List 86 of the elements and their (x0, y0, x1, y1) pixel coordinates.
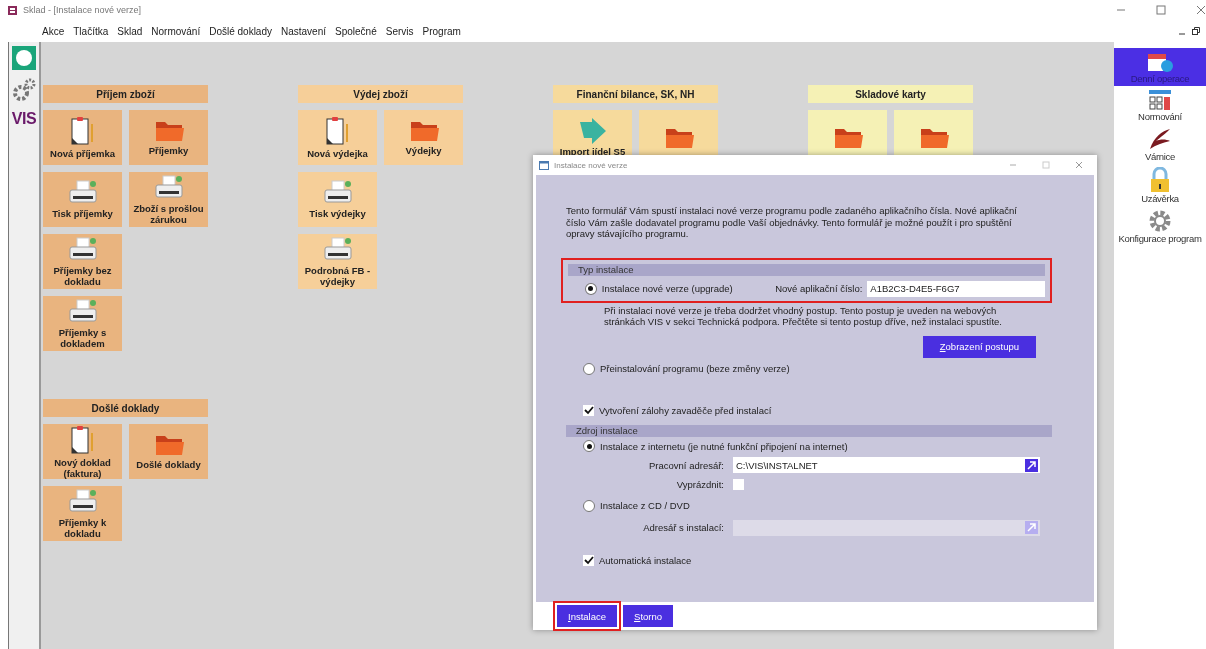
tile-button[interactable]: Příjemky bez dokladu (43, 234, 122, 289)
input-field[interactable]: A1B2C3-D4E5-F6G7 (867, 280, 1045, 297)
checkbox-label: Vytvoření zálohy zavaděče před instalací (599, 405, 772, 416)
radio-button[interactable] (583, 499, 595, 512)
menu-item[interactable]: Akce (42, 25, 65, 37)
restore-icon[interactable] (1192, 27, 1200, 35)
tile-button[interactable]: Příjemky (129, 110, 208, 165)
tile-button[interactable]: Tisk příjemky (43, 172, 122, 227)
gears-icon[interactable] (12, 78, 36, 102)
section-header: Typ instalace (568, 263, 1045, 276)
radio-button[interactable] (583, 440, 595, 452)
section-header: Zdroj instalace (566, 424, 1052, 437)
printer-icon (322, 180, 353, 206)
checkbox[interactable] (583, 555, 594, 566)
radio-label: Přeinstalování programu (beze změny verze) (600, 363, 790, 374)
folder-icon (153, 119, 184, 143)
window-title: Sklad - [Instalace nové verze] (23, 5, 143, 15)
lock-icon (1149, 167, 1171, 193)
checkbox-label: Automatická instalace (599, 555, 692, 566)
printer-icon (67, 298, 98, 325)
app-icon (8, 5, 17, 15)
close-icon[interactable] (1075, 161, 1083, 169)
menu-item[interactable]: Sklad (117, 25, 143, 37)
browse-icon[interactable] (1025, 458, 1038, 472)
field-label: Nové aplikační číslo: (774, 283, 863, 294)
menu-item[interactable]: Společné (335, 25, 377, 37)
window-icon (539, 160, 549, 170)
radio-button[interactable] (585, 282, 597, 295)
tile-button[interactable]: Nový doklad (faktura) (43, 424, 122, 479)
menu-item[interactable]: Nastavení (281, 25, 326, 37)
radio-button[interactable] (583, 362, 595, 375)
calculator-icon (1148, 89, 1172, 111)
menu-item[interactable]: Program (422, 25, 461, 37)
calendar-icon (1147, 51, 1173, 73)
field-label: Pracovní adresář: (648, 459, 724, 471)
radio-label: Instalace z internetu (je nutné funkční připojení na internet) (600, 440, 848, 452)
printer-icon (67, 236, 98, 263)
gear-icon (1148, 209, 1172, 233)
procedure-button[interactable]: Zobrazení postupu (922, 335, 1036, 358)
logo: VIS (11, 110, 37, 128)
checkbox[interactable] (733, 478, 744, 490)
menu-item[interactable]: Servis (385, 25, 414, 37)
nav-item[interactable]: Uzávěrka (1114, 164, 1206, 206)
folder-icon (408, 119, 439, 143)
printer-icon (153, 174, 184, 201)
tile-button[interactable]: Tisk výdejky (298, 172, 377, 227)
radio-label: Instalace nové verze (upgrade) (601, 283, 734, 294)
field-label: Adresář s instalací: (642, 522, 724, 533)
maximize-icon[interactable] (1156, 5, 1166, 15)
feather-icon (1148, 127, 1172, 151)
nav-item[interactable]: Normování (1114, 86, 1206, 124)
tile-button[interactable]: Výdejky (384, 110, 463, 165)
group-header: Výdej zboží (298, 85, 463, 103)
menu-item[interactable]: Normování (151, 25, 201, 37)
menu-item[interactable]: Tlačítka (73, 25, 109, 37)
tile-button[interactable]: Příjemky k dokladu (43, 486, 122, 541)
note-text: Při instalaci nové verze je třeba dodržet vhodný postup. Tento postup je uveden na webových stránkách VIS v sekci Technická podpora. Přečtěte si tento postup dříve, než instalaci spustíte. (604, 304, 1003, 327)
close-icon[interactable] (1196, 5, 1206, 15)
arrow-icon (577, 118, 608, 144)
tile-button[interactable]: Zboží s prošlou zárukou (129, 172, 208, 227)
clipboard-icon (324, 116, 351, 146)
checkbox[interactable] (583, 405, 594, 416)
field-label: Vyprázdnit: (675, 478, 724, 490)
nav-item[interactable]: Várnice (1114, 124, 1206, 164)
folder-icon (153, 433, 184, 457)
clipboard-icon (69, 424, 96, 455)
radio-label: Instalace z CD / DVD (600, 500, 690, 511)
printer-icon (322, 236, 353, 263)
group-header: Finanční bilance, SK, NH (553, 85, 718, 103)
clipboard-icon (69, 116, 96, 146)
printer-icon (67, 488, 98, 515)
group-header: Skladové karty (808, 85, 973, 103)
tile-button[interactable]: Nová výdejka (298, 110, 377, 165)
group-header: Došlé doklady (43, 399, 208, 417)
tile-button[interactable]: Příjemky s dokladem (43, 296, 122, 351)
tile-button[interactable]: Došlé doklady (129, 424, 208, 479)
printer-icon (67, 180, 98, 206)
dialog-button[interactable]: Instalace (557, 605, 618, 627)
tile-button[interactable]: Podrobná FB - výdejky (298, 234, 377, 289)
intro-text: Tento formulář Vám spustí instalaci nové verze programu podle zadaného aplikačního čísla. Nové aplikační číslo Vám zašle dodavatel programu podle Vaší objednávky. Tento formulář je možné použít i pro spuštění opravy stávajícího programu. (566, 205, 1018, 240)
input-field[interactable]: C:\VIS\INSTALNET (733, 457, 1040, 473)
group-header: Příjem zboží (43, 85, 208, 103)
dialog-button[interactable]: Storno (623, 605, 674, 627)
tile-button[interactable]: Nová příjemka (43, 110, 122, 165)
nav-item[interactable]: Konfigurace program (1114, 206, 1206, 246)
menu-item[interactable]: Došlé doklady (209, 25, 272, 37)
